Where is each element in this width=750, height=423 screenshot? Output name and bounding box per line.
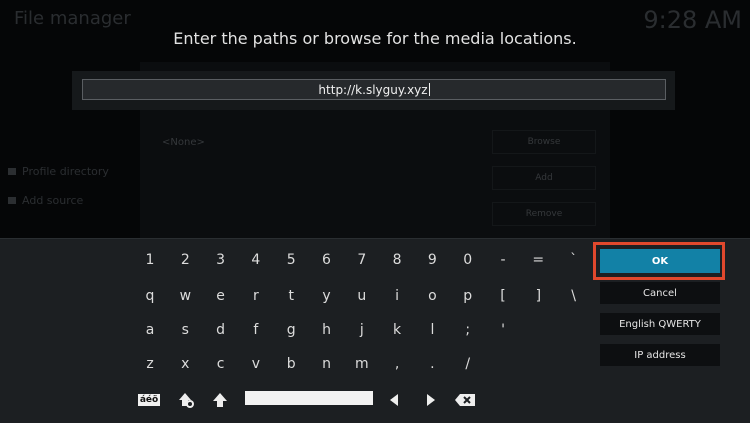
cursor-left-key[interactable] — [384, 389, 404, 411]
key-row3-1[interactable]: s — [170, 319, 200, 341]
shift-icon — [213, 393, 227, 407]
folder-icon — [8, 197, 16, 204]
side-item-add-source: Add source — [8, 194, 83, 207]
key-row2-11[interactable]: ] — [523, 285, 553, 307]
key-row3-10[interactable]: ' — [488, 319, 518, 341]
key-row1-12[interactable]: ` — [559, 249, 589, 271]
key-row2-12[interactable]: \ — [559, 285, 589, 307]
arrow-right-icon — [427, 394, 435, 406]
keyboard-layout-button[interactable]: English QWERTY — [600, 313, 720, 335]
key-row3-7[interactable]: k — [382, 319, 412, 341]
shift-lock-icon — [179, 393, 194, 408]
remove-button-bg: Remove — [492, 202, 596, 226]
key-row3-8[interactable]: l — [417, 319, 447, 341]
key-row4-6[interactable]: m — [347, 353, 377, 375]
key-row1-2[interactable]: 3 — [206, 249, 236, 271]
dialog-heading: Enter the paths or browse for the media … — [173, 29, 577, 48]
key-row3-9[interactable]: ; — [453, 319, 483, 341]
key-row1-9[interactable]: 0 — [453, 249, 483, 271]
key-row4-2[interactable]: c — [206, 353, 236, 375]
key-row2-7[interactable]: i — [382, 285, 412, 307]
arrow-left-icon — [390, 394, 398, 406]
key-row3-6[interactable]: j — [347, 319, 377, 341]
key-row2-10[interactable]: [ — [488, 285, 518, 307]
browse-button-bg: Browse — [492, 130, 596, 154]
key-row2-6[interactable]: u — [347, 285, 377, 307]
key-row1-3[interactable]: 4 — [241, 249, 271, 271]
key-row4-8[interactable]: . — [417, 353, 447, 375]
key-row4-9[interactable]: / — [453, 353, 483, 375]
shift-lock-key[interactable] — [174, 389, 198, 411]
ok-button[interactable]: OK — [600, 249, 720, 273]
backspace-icon — [455, 394, 475, 406]
accent-icon: áéö — [137, 394, 161, 406]
input-container: http://k.slyguy.xyz — [72, 71, 675, 110]
folder-icon — [8, 168, 16, 175]
key-row2-4[interactable]: t — [276, 285, 306, 307]
key-row4-7[interactable]: , — [382, 353, 412, 375]
key-row2-5[interactable]: y — [312, 285, 342, 307]
key-row1-6[interactable]: 7 — [347, 249, 377, 271]
key-row1-10[interactable]: - — [488, 249, 518, 271]
key-row4-5[interactable]: n — [312, 353, 342, 375]
none-label: <None> — [162, 137, 205, 148]
key-row4-1[interactable]: x — [170, 353, 200, 375]
key-row3-2[interactable]: d — [206, 319, 236, 341]
add-button-bg: Add — [492, 166, 596, 190]
key-row1-1[interactable]: 2 — [170, 249, 200, 271]
side-item-label: Add source — [22, 194, 84, 207]
text-caret — [428, 83, 430, 96]
side-item-profile-directory: Profile directory — [8, 165, 109, 178]
key-row1-7[interactable]: 8 — [382, 249, 412, 271]
side-item-label: Profile directory — [22, 165, 109, 178]
key-row1-8[interactable]: 9 — [417, 249, 447, 271]
key-row2-2[interactable]: e — [206, 285, 236, 307]
key-row3-0[interactable]: a — [135, 319, 165, 341]
key-row1-5[interactable]: 6 — [312, 249, 342, 271]
space-bar[interactable] — [245, 391, 373, 405]
shift-key[interactable] — [208, 389, 232, 411]
key-row1-4[interactable]: 5 — [276, 249, 306, 271]
key-row1-11[interactable]: = — [523, 249, 553, 271]
cancel-button[interactable]: Cancel — [600, 282, 720, 304]
ip-address-button[interactable]: IP address — [600, 344, 720, 366]
key-row2-8[interactable]: o — [417, 285, 447, 307]
key-row2-1[interactable]: w — [170, 285, 200, 307]
accent-key[interactable]: áéö — [137, 389, 161, 411]
key-row4-3[interactable]: v — [241, 353, 271, 375]
key-row3-3[interactable]: f — [241, 319, 271, 341]
backspace-key[interactable] — [452, 389, 478, 411]
cursor-right-key[interactable] — [421, 389, 441, 411]
input-value: http://k.slyguy.xyz — [318, 82, 428, 97]
key-row3-4[interactable]: g — [276, 319, 306, 341]
key-row1-0[interactable]: 1 — [135, 249, 165, 271]
path-input[interactable]: http://k.slyguy.xyz — [82, 79, 666, 100]
key-row4-4[interactable]: b — [276, 353, 306, 375]
key-row4-0[interactable]: z — [135, 353, 165, 375]
app-title: File manager — [14, 8, 131, 29]
key-row2-3[interactable]: r — [241, 285, 271, 307]
key-row3-5[interactable]: h — [312, 319, 342, 341]
key-row2-0[interactable]: q — [135, 285, 165, 307]
key-row2-9[interactable]: p — [453, 285, 483, 307]
